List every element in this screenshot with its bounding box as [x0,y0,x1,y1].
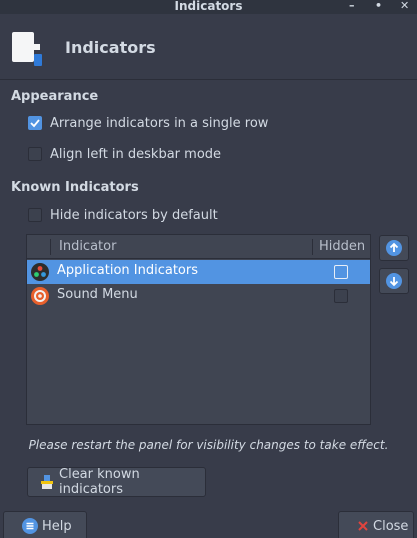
header-title: Indicators [65,38,156,57]
sound-menu-icon [31,287,49,305]
align-left-label: Align left in deskbar mode [50,146,222,162]
help-button-label: Help [42,518,72,534]
arrow-up-icon [386,240,402,256]
minimize-button[interactable]: – [349,0,355,12]
column-header-indicator[interactable]: Indicator [59,239,116,254]
appearance-section-title: Appearance [11,89,99,104]
help-button[interactable]: Help [3,511,87,538]
clear-icon [39,474,55,490]
list-header: Indicator Hidden [27,235,370,259]
maximize-button[interactable]: • [375,0,382,12]
arrow-down-icon [386,273,402,289]
clear-known-indicators-button[interactable]: Clear known indicators [27,467,206,497]
restart-note: Please restart the panel for visibility … [28,438,389,452]
help-icon [22,518,38,534]
application-indicators-icon [31,263,49,281]
single-row-label: Arrange indicators in a single row [50,115,269,131]
align-left-checkbox[interactable]: Align left in deskbar mode [28,145,221,163]
clear-button-label: Clear known indicators [59,467,140,497]
single-row-checkbox[interactable]: Arrange indicators in a single row [28,114,268,132]
checkbox-unchecked-icon[interactable] [28,147,42,161]
checkbox-unchecked-icon[interactable] [28,208,42,222]
close-button-label: Close [373,518,409,534]
hidden-checkbox[interactable] [334,289,348,303]
hidden-checkbox[interactable] [334,265,348,279]
list-item[interactable]: Sound Menu [27,284,370,308]
indicators-list[interactable]: Indicator Hidden Application Indicators … [26,234,371,425]
move-up-button[interactable] [379,235,409,261]
checkbox-checked-icon[interactable] [28,116,42,130]
hide-default-label: Hide indicators by default [50,207,218,223]
column-header-hidden[interactable]: Hidden [319,239,365,254]
list-item[interactable]: Application Indicators [27,260,370,284]
column-separator [312,239,313,255]
close-icon [357,520,369,532]
list-item-label: Sound Menu [57,287,138,302]
indicator-plugin-icon [12,32,42,66]
window-title: Indicators [174,0,243,13]
known-indicators-section-title: Known Indicators [11,180,139,195]
column-separator [50,239,51,255]
close-button[interactable]: Close [338,511,414,538]
close-window-button[interactable]: ✕ [400,0,409,12]
move-down-button[interactable] [379,268,409,294]
window-titlebar[interactable]: Indicators – • ✕ [0,0,417,14]
dialog-header: Indicators [0,14,417,80]
list-item-label: Application Indicators [57,263,198,278]
hide-default-checkbox[interactable]: Hide indicators by default [28,206,218,224]
